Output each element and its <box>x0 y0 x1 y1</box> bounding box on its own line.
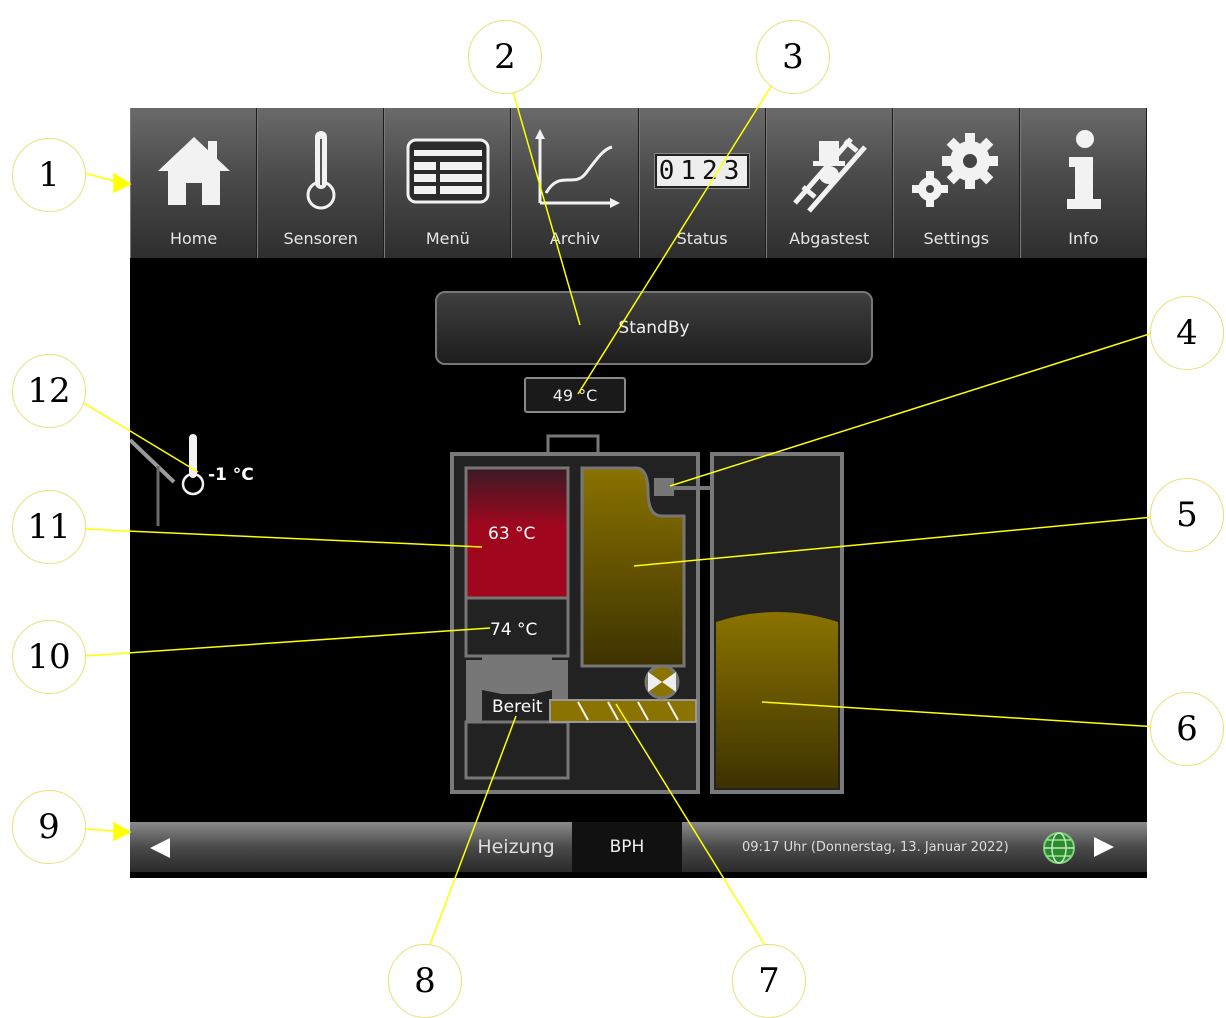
annotation-lines <box>81 71 1165 951</box>
callout-3: 3 <box>756 20 830 94</box>
callout-2: 2 <box>468 20 542 94</box>
callout-9: 9 <box>12 790 86 864</box>
callout-4: 4 <box>1150 296 1224 370</box>
callout-1: 1 <box>12 138 86 212</box>
callout-7: 7 <box>732 944 806 1018</box>
callout-10: 10 <box>12 620 86 694</box>
callout-8: 8 <box>388 944 462 1018</box>
callout-5: 5 <box>1150 478 1224 552</box>
callout-11: 11 <box>12 490 86 564</box>
callout-12: 12 <box>12 354 86 428</box>
callout-6: 6 <box>1150 692 1224 766</box>
